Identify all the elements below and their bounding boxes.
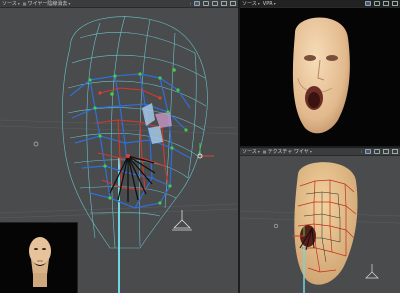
settings-icon[interactable] <box>374 149 380 154</box>
main-viewport-header: ソース ▾ ▦ ワイヤー陰線消去 ▾ ⁝ <box>0 0 238 8</box>
render-mode-label: テクスチャ ワイヤ <box>267 149 309 155</box>
chevron-down-icon: ▾ <box>309 149 312 154</box>
head-preview-image <box>29 237 51 287</box>
texture-viewport-header: ソース ▾ ▦ テクスチャ ワイヤ ▾ ⁝ <box>240 148 400 156</box>
render-mode-selector[interactable]: ▦ ワイヤー陰線消去 ▾ <box>23 0 71 7</box>
camera-icon[interactable] <box>194 1 200 6</box>
view-selector[interactable]: ソース ▾ <box>242 0 260 7</box>
chevron-down-icon: ▾ <box>257 149 260 154</box>
preview-thumbnail <box>0 222 78 293</box>
view-selector-label: ソース <box>242 149 257 155</box>
render-viewport[interactable]: ソース ▾ VPR ▾ <box>240 0 400 146</box>
camera-icon[interactable] <box>365 1 371 6</box>
chevron-down-icon: ▾ <box>17 1 20 6</box>
pivot-gizmo-icon <box>273 223 279 229</box>
light-gizmo-icon <box>172 210 192 231</box>
view-selector-label: ソース <box>242 1 257 7</box>
square-icon[interactable] <box>221 1 227 6</box>
dots-icon[interactable]: ⁝ <box>190 1 191 6</box>
maximize-icon[interactable] <box>392 1 398 6</box>
render-mode-selector[interactable]: VPR ▾ <box>263 1 276 7</box>
settings-icon[interactable] <box>212 1 218 6</box>
render-mode-selector[interactable]: ▦ テクスチャ ワイヤ ▾ <box>263 148 312 155</box>
view-icon[interactable] <box>203 1 209 6</box>
wireframe-icon: ▦ <box>22 1 27 6</box>
square-icon[interactable] <box>383 1 389 6</box>
texture-viewport[interactable]: ソース ▾ ▦ テクスチャ ワイヤ ▾ ⁝ <box>240 148 400 293</box>
chevron-down-icon: ▾ <box>257 1 260 6</box>
chevron-down-icon: ▾ <box>68 1 71 6</box>
dots-icon[interactable]: ⁝ <box>361 149 362 154</box>
camera-icon[interactable] <box>365 149 371 154</box>
chevron-down-icon: ▾ <box>273 1 276 6</box>
render-mode-label: VPR <box>262 0 273 7</box>
maximize-icon[interactable] <box>230 1 236 6</box>
pivot-gizmo-icon <box>33 141 39 147</box>
view-selector-label: ソース <box>2 1 17 7</box>
settings-icon[interactable] <box>374 1 380 6</box>
view-selector[interactable]: ソース ▾ <box>242 148 260 155</box>
main-viewport[interactable]: ソース ▾ ▦ ワイヤー陰線消去 ▾ ⁝ <box>0 0 238 293</box>
texture-icon: ▦ <box>262 149 267 154</box>
rendered-head-image <box>292 17 350 134</box>
maximize-icon[interactable] <box>392 149 398 154</box>
light-gizmo-icon <box>365 264 379 279</box>
textured-wire-head-model[interactable] <box>240 156 400 293</box>
view-selector[interactable]: ソース ▾ <box>2 0 20 7</box>
square-icon[interactable] <box>383 149 389 154</box>
render-viewport-header: ソース ▾ VPR ▾ <box>240 0 400 8</box>
render-mode-label: ワイヤー陰線消去 <box>27 1 68 7</box>
